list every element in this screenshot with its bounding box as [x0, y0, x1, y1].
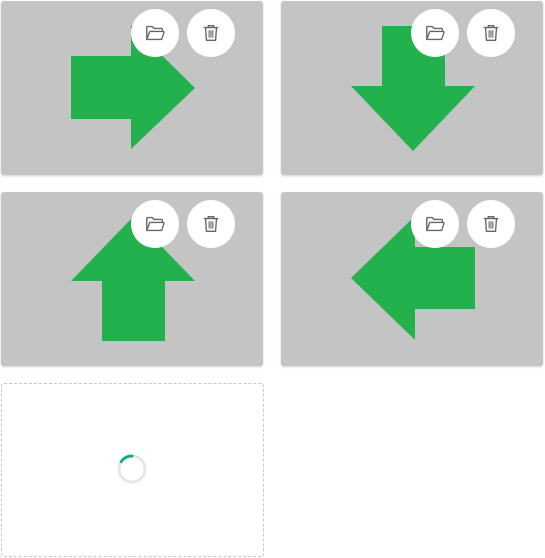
image-tile-arrow-up[interactable]	[1, 192, 263, 366]
trash-icon	[483, 215, 499, 233]
open-folder-button[interactable]	[131, 200, 179, 248]
delete-button[interactable]	[187, 200, 235, 248]
tile-actions	[131, 9, 235, 57]
tile-actions	[411, 9, 515, 57]
image-tile-arrow-left[interactable]	[281, 192, 543, 366]
delete-button[interactable]	[467, 9, 515, 57]
folder-open-icon	[146, 216, 165, 232]
open-folder-button[interactable]	[131, 9, 179, 57]
folder-open-icon	[426, 216, 445, 232]
trash-icon	[483, 24, 499, 42]
trash-icon	[203, 24, 219, 42]
open-folder-button[interactable]	[411, 200, 459, 248]
image-tile-arrow-right[interactable]	[1, 1, 263, 175]
image-tile-arrow-down[interactable]	[281, 1, 543, 175]
delete-button[interactable]	[187, 9, 235, 57]
delete-button[interactable]	[467, 200, 515, 248]
folder-open-icon	[426, 25, 445, 41]
tile-actions	[131, 200, 235, 248]
folder-open-icon	[146, 25, 165, 41]
upload-slot-loading	[1, 383, 264, 557]
spinner-icon	[117, 454, 147, 484]
open-folder-button[interactable]	[411, 9, 459, 57]
trash-icon	[203, 215, 219, 233]
tile-actions	[411, 200, 515, 248]
image-grid	[0, 0, 545, 558]
